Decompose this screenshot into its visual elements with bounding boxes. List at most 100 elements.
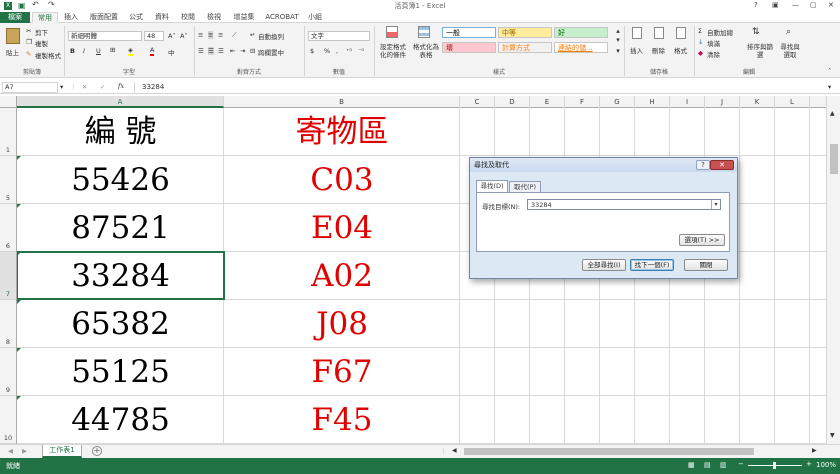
merge-center-icon[interactable]: ⊟ xyxy=(250,47,255,55)
collapse-ribbon-icon[interactable]: ˄ xyxy=(828,67,831,75)
column-header-c[interactable]: C xyxy=(460,96,495,108)
autosum-button[interactable]: 自動加總 xyxy=(707,27,733,37)
increase-indent-icon[interactable]: ⇥ xyxy=(240,47,245,55)
increase-decimal-icon[interactable]: ⁺⁰ xyxy=(346,47,352,55)
cell-a[interactable]: 55426 xyxy=(17,156,224,204)
conditional-format-button[interactable]: 設定格式化的條件 xyxy=(377,43,409,59)
h-scroll-thumb[interactable] xyxy=(464,448,754,455)
tab-team[interactable]: 小組 xyxy=(304,12,326,23)
column-header-i[interactable]: I xyxy=(670,96,705,108)
column-header-l[interactable]: L xyxy=(775,96,810,108)
format-cells-icon[interactable] xyxy=(676,27,686,39)
font-size-select[interactable]: 48 xyxy=(144,31,164,41)
cell-b[interactable]: C03 xyxy=(224,156,460,204)
options-button[interactable]: 選項(T) >> xyxy=(679,234,725,246)
format-cells-button[interactable]: 格式 xyxy=(674,45,687,55)
column-header-d[interactable]: D xyxy=(495,96,530,108)
normal-view-icon[interactable]: ▦ xyxy=(688,461,695,469)
phonetic-button[interactable]: 中 xyxy=(168,47,175,57)
tab-formulas[interactable]: 公式 xyxy=(125,12,147,23)
underline-button[interactable]: U xyxy=(96,47,101,55)
copy-icon[interactable]: ❐ xyxy=(26,38,32,46)
tab-insert[interactable]: 插入 xyxy=(60,12,82,23)
find-select-button[interactable]: 尋找與選取 xyxy=(778,43,802,59)
row-header[interactable]: 1 xyxy=(0,108,16,156)
cell-b[interactable]: J08 xyxy=(224,300,460,348)
tab-review[interactable]: 校閱 xyxy=(177,12,199,23)
number-format-select[interactable]: 文字 xyxy=(308,31,370,41)
column-header-j[interactable]: J xyxy=(705,96,740,108)
find-what-input[interactable]: 33284 ▾ xyxy=(527,199,721,210)
format-painter-icon[interactable]: ✎ xyxy=(26,50,31,58)
scroll-right-icon[interactable]: ▶ xyxy=(812,447,817,454)
minimize-button[interactable]: — xyxy=(792,1,799,9)
sort-filter-icon[interactable]: ⇅ xyxy=(752,27,760,37)
decrease-decimal-icon[interactable]: ⁻⁰ xyxy=(358,47,364,55)
font-color-icon[interactable]: A xyxy=(150,46,155,56)
insert-cells-button[interactable]: 插入 xyxy=(630,45,643,55)
format-table-icon[interactable] xyxy=(418,26,430,38)
tab-file[interactable]: 檔案 xyxy=(0,12,30,23)
font-name-select[interactable]: 新細明體 xyxy=(68,31,142,41)
paste-button[interactable]: 貼上 xyxy=(6,47,19,57)
cell-b[interactable]: F67 xyxy=(224,348,460,396)
maximize-button[interactable]: ▢ xyxy=(810,1,817,9)
tab-acrobat[interactable]: ACROBAT xyxy=(263,12,301,23)
copy-button[interactable]: 複製 xyxy=(35,38,48,48)
align-right-icon[interactable]: ☰ xyxy=(218,47,224,55)
column-header-k[interactable]: K xyxy=(740,96,775,108)
zoom-out-icon[interactable]: − xyxy=(738,460,744,468)
comma-button[interactable]: , xyxy=(336,47,338,55)
style-cell[interactable]: 中等 xyxy=(498,27,552,38)
row-header[interactable]: 10 xyxy=(0,396,16,444)
scroll-down-icon[interactable]: ▼ xyxy=(830,432,835,439)
style-cell[interactable]: 壞 xyxy=(442,42,496,53)
horizontal-scrollbar[interactable]: ◀ ▶ xyxy=(452,447,822,456)
column-header-e[interactable]: E xyxy=(530,96,565,108)
tab-replace[interactable]: 取代(P) xyxy=(509,181,541,192)
sort-filter-button[interactable]: 排序與篩選 xyxy=(744,43,776,59)
row-header[interactable]: 9 xyxy=(0,348,16,396)
cut-button[interactable]: 剪下 xyxy=(35,27,48,37)
style-gallery-up-icon[interactable]: ▴ xyxy=(614,27,622,35)
delete-cells-button[interactable]: 刪除 xyxy=(652,45,665,55)
fill-button[interactable]: 填滿 xyxy=(707,38,720,48)
style-cell[interactable]: 一般 xyxy=(442,27,496,38)
tab-data[interactable]: 資料 xyxy=(151,12,173,23)
vertical-scrollbar[interactable]: ▲ ▼ xyxy=(826,96,840,444)
style-gallery-more-icon[interactable]: ▾ xyxy=(614,47,622,55)
scroll-thumb[interactable] xyxy=(830,144,838,174)
dialog-close-icon[interactable]: ✕ xyxy=(710,160,734,170)
shrink-font-button[interactable]: A˅ xyxy=(180,32,188,40)
insert-function-icon[interactable]: fx xyxy=(118,82,124,90)
row-header[interactable]: 8 xyxy=(0,300,16,348)
tab-view[interactable]: 檢視 xyxy=(203,12,225,23)
cell-a[interactable]: 87521 xyxy=(17,204,224,252)
style-cell[interactable]: 好 xyxy=(554,27,608,38)
cell-a[interactable]: 44785 xyxy=(17,396,224,444)
autosum-icon[interactable]: Σ xyxy=(698,27,702,35)
insert-cells-icon[interactable] xyxy=(632,27,642,39)
paste-icon[interactable] xyxy=(6,28,20,44)
style-cell[interactable]: 計算方式 xyxy=(498,42,552,53)
column-header-a[interactable]: A xyxy=(17,96,224,108)
column-header-b[interactable]: B xyxy=(224,96,460,108)
currency-button[interactable]: $ xyxy=(310,47,314,55)
dialog-help-icon[interactable]: ? xyxy=(696,160,710,170)
italic-button[interactable]: I xyxy=(83,47,85,55)
align-middle-icon[interactable]: ≡ xyxy=(208,31,214,39)
find-next-button[interactable]: 找下一個(F) xyxy=(630,259,674,271)
format-table-button[interactable]: 格式化為表格 xyxy=(412,43,440,59)
border-icon[interactable]: ⊞ xyxy=(110,46,115,54)
delete-cells-icon[interactable] xyxy=(654,27,664,39)
select-all-corner[interactable] xyxy=(0,96,17,108)
cut-icon[interactable]: ✂ xyxy=(26,27,31,35)
row-header[interactable]: 6 xyxy=(0,204,16,252)
formula-input[interactable]: 33284 xyxy=(142,83,164,91)
fill-color-icon[interactable]: ◈ xyxy=(128,46,133,56)
sheet-tab-1[interactable]: 工作表1 xyxy=(42,445,82,458)
wrap-text-icon[interactable]: ↵ xyxy=(250,31,255,39)
grow-font-button[interactable]: A˄ xyxy=(168,32,176,40)
wrap-text-button[interactable]: 自動換列 xyxy=(258,31,284,41)
tab-home[interactable]: 常用 xyxy=(32,12,58,23)
